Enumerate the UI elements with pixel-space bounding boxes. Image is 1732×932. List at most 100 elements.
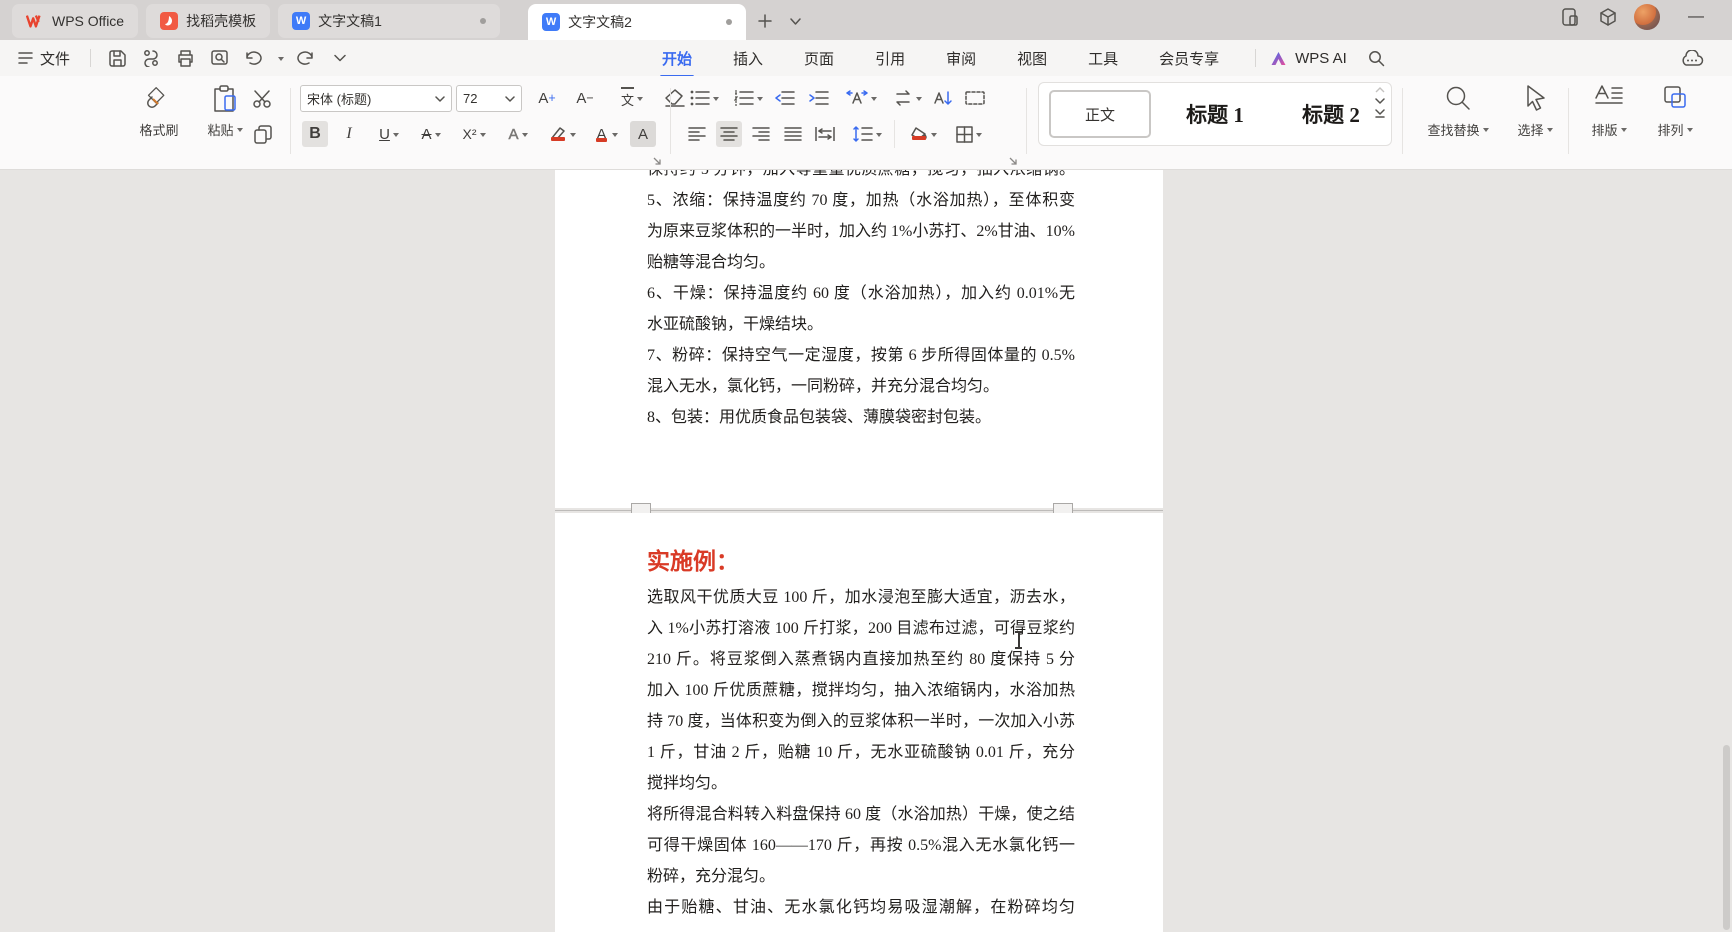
user-avatar[interactable] [1634, 4, 1660, 30]
print-preview-icon[interactable] [207, 46, 231, 70]
select-button[interactable]: 选择 [1506, 84, 1564, 139]
tab-docer-templates[interactable]: 找稻壳模板 [146, 4, 270, 38]
redo-icon[interactable] [294, 46, 318, 70]
font-size-combobox[interactable]: 72 [456, 85, 522, 112]
wps-writer-window: WPS Office 找稻壳模板 W 文字文稿1 W 文字文稿2 [0, 0, 1732, 932]
phonetic-guide-button[interactable]: 文 [612, 85, 652, 111]
print-icon[interactable] [173, 46, 197, 70]
ribbon-tab-review[interactable]: 审阅 [944, 40, 978, 77]
italic-button[interactable]: I [336, 121, 362, 147]
doc-line: 将所得混合料转入料盘保持 60 度（水浴加热）干燥，使之结块， [647, 799, 1075, 830]
find-replace-button[interactable]: 查找替换 [1412, 84, 1504, 139]
superscript-button[interactable]: X² [454, 121, 494, 147]
gallery-more-icon[interactable] [1375, 109, 1385, 118]
font-name-combobox[interactable]: 宋体 (标题) [300, 85, 452, 112]
decrease-indent-button[interactable] [772, 85, 798, 111]
tab-list-dropdown[interactable] [782, 8, 808, 34]
underline-button[interactable]: U [370, 121, 408, 147]
document-canvas[interactable]: 保持约 5 分钟，加入等重量优质蔗糖，搅匀，抽入浓缩锅。 5、浓缩：保持温度约 … [0, 170, 1732, 932]
format-painter-icon [144, 84, 174, 114]
tab-label: 文字文稿2 [568, 12, 632, 32]
divider [90, 49, 91, 67]
unsaved-dot [726, 19, 732, 25]
undo-dropdown-icon[interactable] [278, 57, 284, 64]
document-page-1[interactable]: 保持约 5 分钟，加入等重量优质蔗糖，搅匀，抽入浓缩锅。 5、浓缩：保持温度约 … [555, 170, 1163, 508]
gallery-up-icon[interactable] [1375, 87, 1385, 93]
align-right-button[interactable] [748, 121, 774, 147]
undo-icon[interactable] [241, 46, 265, 70]
style-heading-2[interactable]: 标题 2 [1279, 90, 1383, 138]
highlight-color-button[interactable] [542, 121, 582, 147]
justify-button[interactable] [780, 121, 806, 147]
ribbon-tab-reference[interactable]: 引用 [873, 40, 907, 77]
align-left-button[interactable] [684, 121, 710, 147]
distribute-button[interactable] [812, 121, 838, 147]
decrease-font-button[interactable]: A− [572, 85, 598, 111]
vertical-scrollbar[interactable] [1723, 745, 1730, 930]
arrange-button[interactable]: 排列 [1644, 84, 1706, 139]
doc-line: 为原来豆浆体积的一半时，加入约 1%小苏打、2%甘油、10% [647, 216, 1075, 247]
sort-button[interactable] [930, 85, 956, 111]
ribbon-tab-home[interactable]: 开始 [660, 40, 694, 77]
chevron-down-icon [505, 96, 515, 102]
line-spacing-button[interactable] [846, 121, 888, 147]
minimize-button[interactable]: — [1682, 8, 1710, 26]
ribbon-tab-tools[interactable]: 工具 [1086, 40, 1120, 77]
ribbon-tab-membership[interactable]: 会员专享 [1157, 40, 1221, 77]
customize-quickbar-icon[interactable] [328, 46, 352, 70]
align-center-button[interactable] [716, 121, 742, 147]
doc-line: 可得干燥固体 160——170 斤，再按 0.5%混入无水氯化钙一同 [647, 830, 1075, 861]
increase-font-button[interactable]: A+ [534, 85, 560, 111]
increase-indent-button[interactable] [806, 85, 832, 111]
tab-wps-home[interactable]: WPS Office [12, 4, 138, 38]
unsaved-dot [480, 18, 486, 24]
text-direction-button[interactable] [886, 85, 928, 111]
bullets-button[interactable] [684, 85, 724, 111]
ribbon-tabs: 开始 插入 页面 引用 审阅 视图 工具 会员专享 [660, 40, 1221, 77]
borders-button[interactable] [948, 121, 990, 147]
text-effects-button[interactable]: A [498, 121, 538, 147]
search-icon[interactable] [1365, 46, 1389, 70]
bold-button[interactable]: B [302, 121, 328, 147]
paragraph-dialog-launcher-icon[interactable] [1008, 156, 1019, 167]
gallery-down-icon[interactable] [1375, 98, 1385, 104]
cloud-status-icon[interactable] [1680, 46, 1704, 70]
tab-document-1[interactable]: W 文字文稿1 [278, 4, 500, 38]
writer-doc-icon: W [542, 13, 560, 31]
cut-icon[interactable] [252, 88, 274, 110]
strikethrough-button[interactable]: A [412, 121, 450, 147]
hamburger-icon [18, 52, 33, 64]
show-marks-button[interactable] [962, 85, 988, 111]
shading-button[interactable] [902, 121, 944, 147]
paste-button[interactable]: 粘贴 [196, 84, 254, 139]
apps-cube-icon[interactable] [1596, 5, 1620, 29]
doc-line: 8、包装：用优质食品包装袋、薄膜袋密封包装。 [647, 402, 1075, 433]
ribbon-tab-view[interactable]: 视图 [1015, 40, 1049, 77]
character-shading-button[interactable]: A [630, 121, 656, 147]
new-tab-button[interactable] [752, 8, 778, 34]
format-painter-button[interactable]: 格式刷 [128, 84, 190, 139]
mobile-device-icon[interactable] [1558, 5, 1582, 29]
copy-icon[interactable] [252, 124, 274, 146]
wps-ai-label[interactable]: WPS AI [1295, 50, 1347, 67]
font-dialog-launcher-icon[interactable] [652, 156, 663, 167]
style-heading-1[interactable]: 标题 1 [1161, 90, 1269, 138]
font-color-button[interactable]: A [586, 121, 626, 147]
file-menu-button[interactable]: 文件 [0, 48, 84, 69]
export-pdf-icon[interactable] [139, 46, 163, 70]
ribbon-tab-insert[interactable]: 插入 [731, 40, 765, 77]
arrange-icon [1661, 84, 1689, 112]
document-page-2[interactable]: 实施例： 选取风干优质大豆 100 斤，加水浸泡至膨大适宜，沥去水，加 入 1%… [555, 513, 1163, 932]
character-scale-dropdown-icon [871, 97, 877, 104]
save-icon[interactable] [105, 46, 129, 70]
numbering-button[interactable] [728, 85, 768, 111]
ribbon-tab-page[interactable]: 页面 [802, 40, 836, 77]
style-normal[interactable]: 正文 [1049, 90, 1151, 138]
doc-line: 210 斤。将豆浆倒入蒸煮锅内直接加热至约 80 度保持 5 分钟， [647, 644, 1075, 675]
character-scale-button[interactable] [840, 85, 882, 111]
tab-document-2[interactable]: W 文字文稿2 [528, 4, 746, 40]
underline-dropdown-icon [393, 133, 399, 140]
format-painter-label: 格式刷 [139, 120, 178, 139]
typeset-button[interactable]: 排版 [1578, 84, 1640, 139]
file-menu-label: 文件 [40, 48, 70, 69]
